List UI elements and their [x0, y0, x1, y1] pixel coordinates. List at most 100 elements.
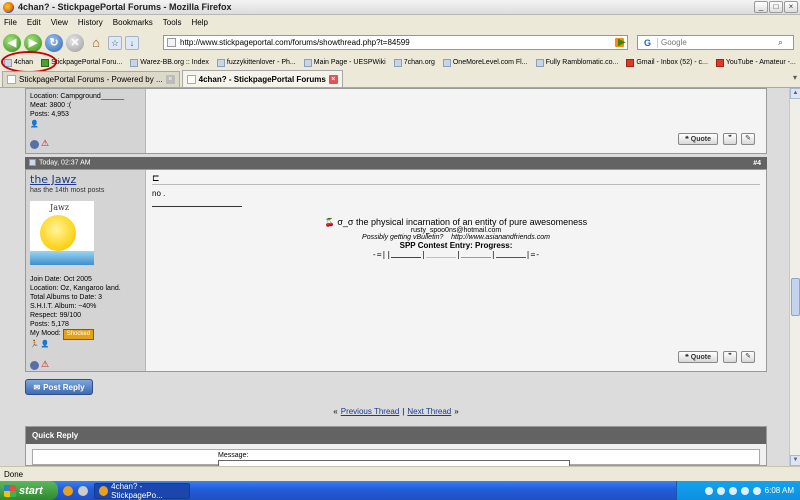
bookmark-label: fuzzykittenlover - Ph... [226, 59, 296, 66]
bookmark-youtube[interactable]: YouTube - Amateur -... [712, 58, 800, 67]
multiquote-button[interactable]: ❞ [723, 133, 737, 145]
bookmark-uespwiki[interactable]: Main Page - UESPWiki [300, 58, 390, 67]
menu-help[interactable]: Help [191, 18, 207, 27]
tray-icon[interactable] [728, 486, 737, 495]
minimize-button[interactable]: _ [754, 1, 768, 13]
quick-reply-button[interactable]: ✎ [741, 351, 755, 363]
reload-button[interactable]: ↻ [45, 33, 63, 52]
prev-arrow: « [333, 406, 338, 416]
post-reply-button[interactable]: ✉ Post Reply [25, 379, 93, 395]
cherry-icon: 🍒 [324, 218, 335, 227]
user-icon: 👤 [40, 341, 50, 348]
stop-button[interactable]: ✕ [66, 33, 84, 52]
user-meat: Meat: 3800 :( [30, 102, 72, 109]
previous-post: Location: Campground______ Meat: 3800 :(… [25, 88, 767, 154]
signature-contest: SPP Contest Entry: Progress: [399, 241, 513, 250]
post-body: ⊏ no . 🍒 σ_σ the physical incarnation of… [146, 170, 766, 262]
window-title: 4chan? - StickpagePortal Forums - Mozill… [18, 2, 232, 12]
post-title-icon: ⊏ [152, 173, 760, 185]
signature-link[interactable]: http://www.asianandfriends.com [451, 234, 550, 241]
previous-thread-link[interactable]: Previous Thread [341, 407, 400, 416]
close-tab-icon[interactable]: × [165, 75, 175, 84]
close-tab-icon[interactable]: × [328, 74, 338, 84]
scroll-thumb[interactable] [791, 278, 800, 316]
bookmark-onemorelevel[interactable]: OneMoreLevel.com Fl... [439, 58, 532, 67]
go-icon[interactable]: ▶ [618, 37, 630, 49]
menu-bookmarks[interactable]: Bookmarks [113, 18, 153, 27]
close-button[interactable]: × [784, 1, 798, 13]
desktop-quicklaunch-icon[interactable] [78, 485, 88, 496]
bookmark-gmail[interactable]: Gmail - Inbox (52) - c... [622, 58, 712, 67]
google-icon[interactable]: G [638, 37, 658, 48]
scroll-up-icon[interactable]: ▲ [790, 88, 800, 99]
report-icon[interactable]: ⚠ [41, 359, 49, 369]
post-number-link[interactable]: #4 [753, 160, 761, 167]
tray-icon[interactable] [716, 486, 725, 495]
tab-4chan-thread[interactable]: 4chan? - StickpagePortal Forums × [181, 70, 343, 87]
quote-button[interactable]: ❝ Quote [678, 351, 718, 363]
back-button[interactable]: ◀ [3, 33, 21, 52]
quote-label: Quote [690, 353, 711, 361]
search-input[interactable] [658, 38, 778, 47]
quick-reply-button[interactable]: ✎ [741, 133, 755, 145]
page-favicon [167, 38, 176, 47]
thread-navigation: « Previous Thread | Next Thread » [25, 400, 767, 422]
user-avatar[interactable]: Jawz [30, 201, 94, 265]
home-button[interactable]: ⌂ [87, 34, 105, 52]
menu-edit[interactable]: Edit [27, 18, 41, 27]
post: the Jawz has the 14th most posts Jawz Jo… [25, 169, 767, 372]
online-status-icon [30, 360, 39, 370]
report-icon[interactable]: ⚠ [41, 138, 49, 148]
download-icon[interactable]: ↓ [125, 35, 139, 50]
url-input[interactable] [180, 38, 615, 47]
firefox-icon [99, 485, 109, 496]
bookmark-label: StickpagePortal Foru... [51, 59, 123, 66]
tray-icon[interactable] [740, 486, 749, 495]
search-icon[interactable]: ⌕ [778, 37, 790, 48]
tray-icon[interactable] [704, 486, 713, 495]
bookmark-fuzzykitten[interactable]: fuzzykittenlover - Ph... [213, 58, 300, 67]
bookmark-7chan[interactable]: 7chan.org [390, 58, 439, 67]
bookmark-add-icon[interactable]: ☆ [108, 35, 122, 50]
progress-seg-4 [495, 251, 526, 258]
firefox-quicklaunch-icon[interactable] [63, 485, 73, 496]
clock[interactable]: 6:08 AM [765, 486, 794, 495]
sun-icon [40, 215, 76, 251]
menu-file[interactable]: File [4, 18, 17, 27]
bookmark-warez[interactable]: Warez-BB.org :: Index [126, 58, 213, 67]
user-respect: Respect: 99/100 [30, 312, 81, 319]
menu-history[interactable]: History [78, 18, 103, 27]
progress-right-cap: |=- [525, 250, 541, 259]
taskbar: start 4chan? - StickpagePo... 6:08 AM [0, 481, 800, 500]
taskbar-firefox-window[interactable]: 4chan? - StickpagePo... [94, 482, 190, 500]
maximize-button[interactable]: □ [769, 1, 783, 13]
tab-strip: StickpagePortal Forums - Powered by ... … [0, 70, 800, 88]
previous-post-userinfo: Location: Campground______ Meat: 3800 :(… [26, 89, 146, 153]
post-message: no . [152, 189, 166, 198]
quote-button[interactable]: ❝ Quote [678, 133, 718, 145]
signature-vb-text: Possibly getting vBulletin? [362, 234, 444, 241]
progress-seg-2 [425, 251, 456, 258]
start-button[interactable]: start [0, 481, 58, 500]
progress-left-cap: -=|| [371, 250, 392, 259]
menu-view[interactable]: View [51, 18, 68, 27]
username-link[interactable]: the Jawz [30, 173, 141, 186]
post-userinfo: the Jawz has the 14th most posts Jawz Jo… [26, 170, 146, 371]
volume-icon[interactable] [752, 486, 761, 495]
tab-stickpageportal[interactable]: StickpagePortal Forums - Powered by ... … [2, 71, 180, 87]
message-label: Message: [218, 452, 249, 459]
bookmark-ramblomatic[interactable]: Fully Ramblomatic.co... [532, 58, 623, 67]
next-thread-link[interactable]: Next Thread [407, 407, 451, 416]
scroll-down-icon[interactable]: ▼ [790, 455, 800, 466]
menu-bar: File Edit View History Bookmarks Tools H… [0, 15, 800, 30]
signature-divider [152, 206, 242, 207]
address-bar[interactable] [163, 35, 628, 50]
search-bar[interactable]: G ⌕ [637, 35, 794, 50]
bookmark-label: Gmail - Inbox (52) - c... [636, 59, 708, 66]
tab-list-icon[interactable]: ▾ [793, 73, 797, 82]
multiquote-button[interactable]: ❞ [723, 351, 737, 363]
post-date: Today, 02:37 AM [29, 159, 91, 167]
forward-button[interactable]: ▶ [24, 33, 42, 52]
menu-tools[interactable]: Tools [163, 18, 182, 27]
vertical-scrollbar[interactable]: ▲ ▼ [789, 88, 800, 466]
